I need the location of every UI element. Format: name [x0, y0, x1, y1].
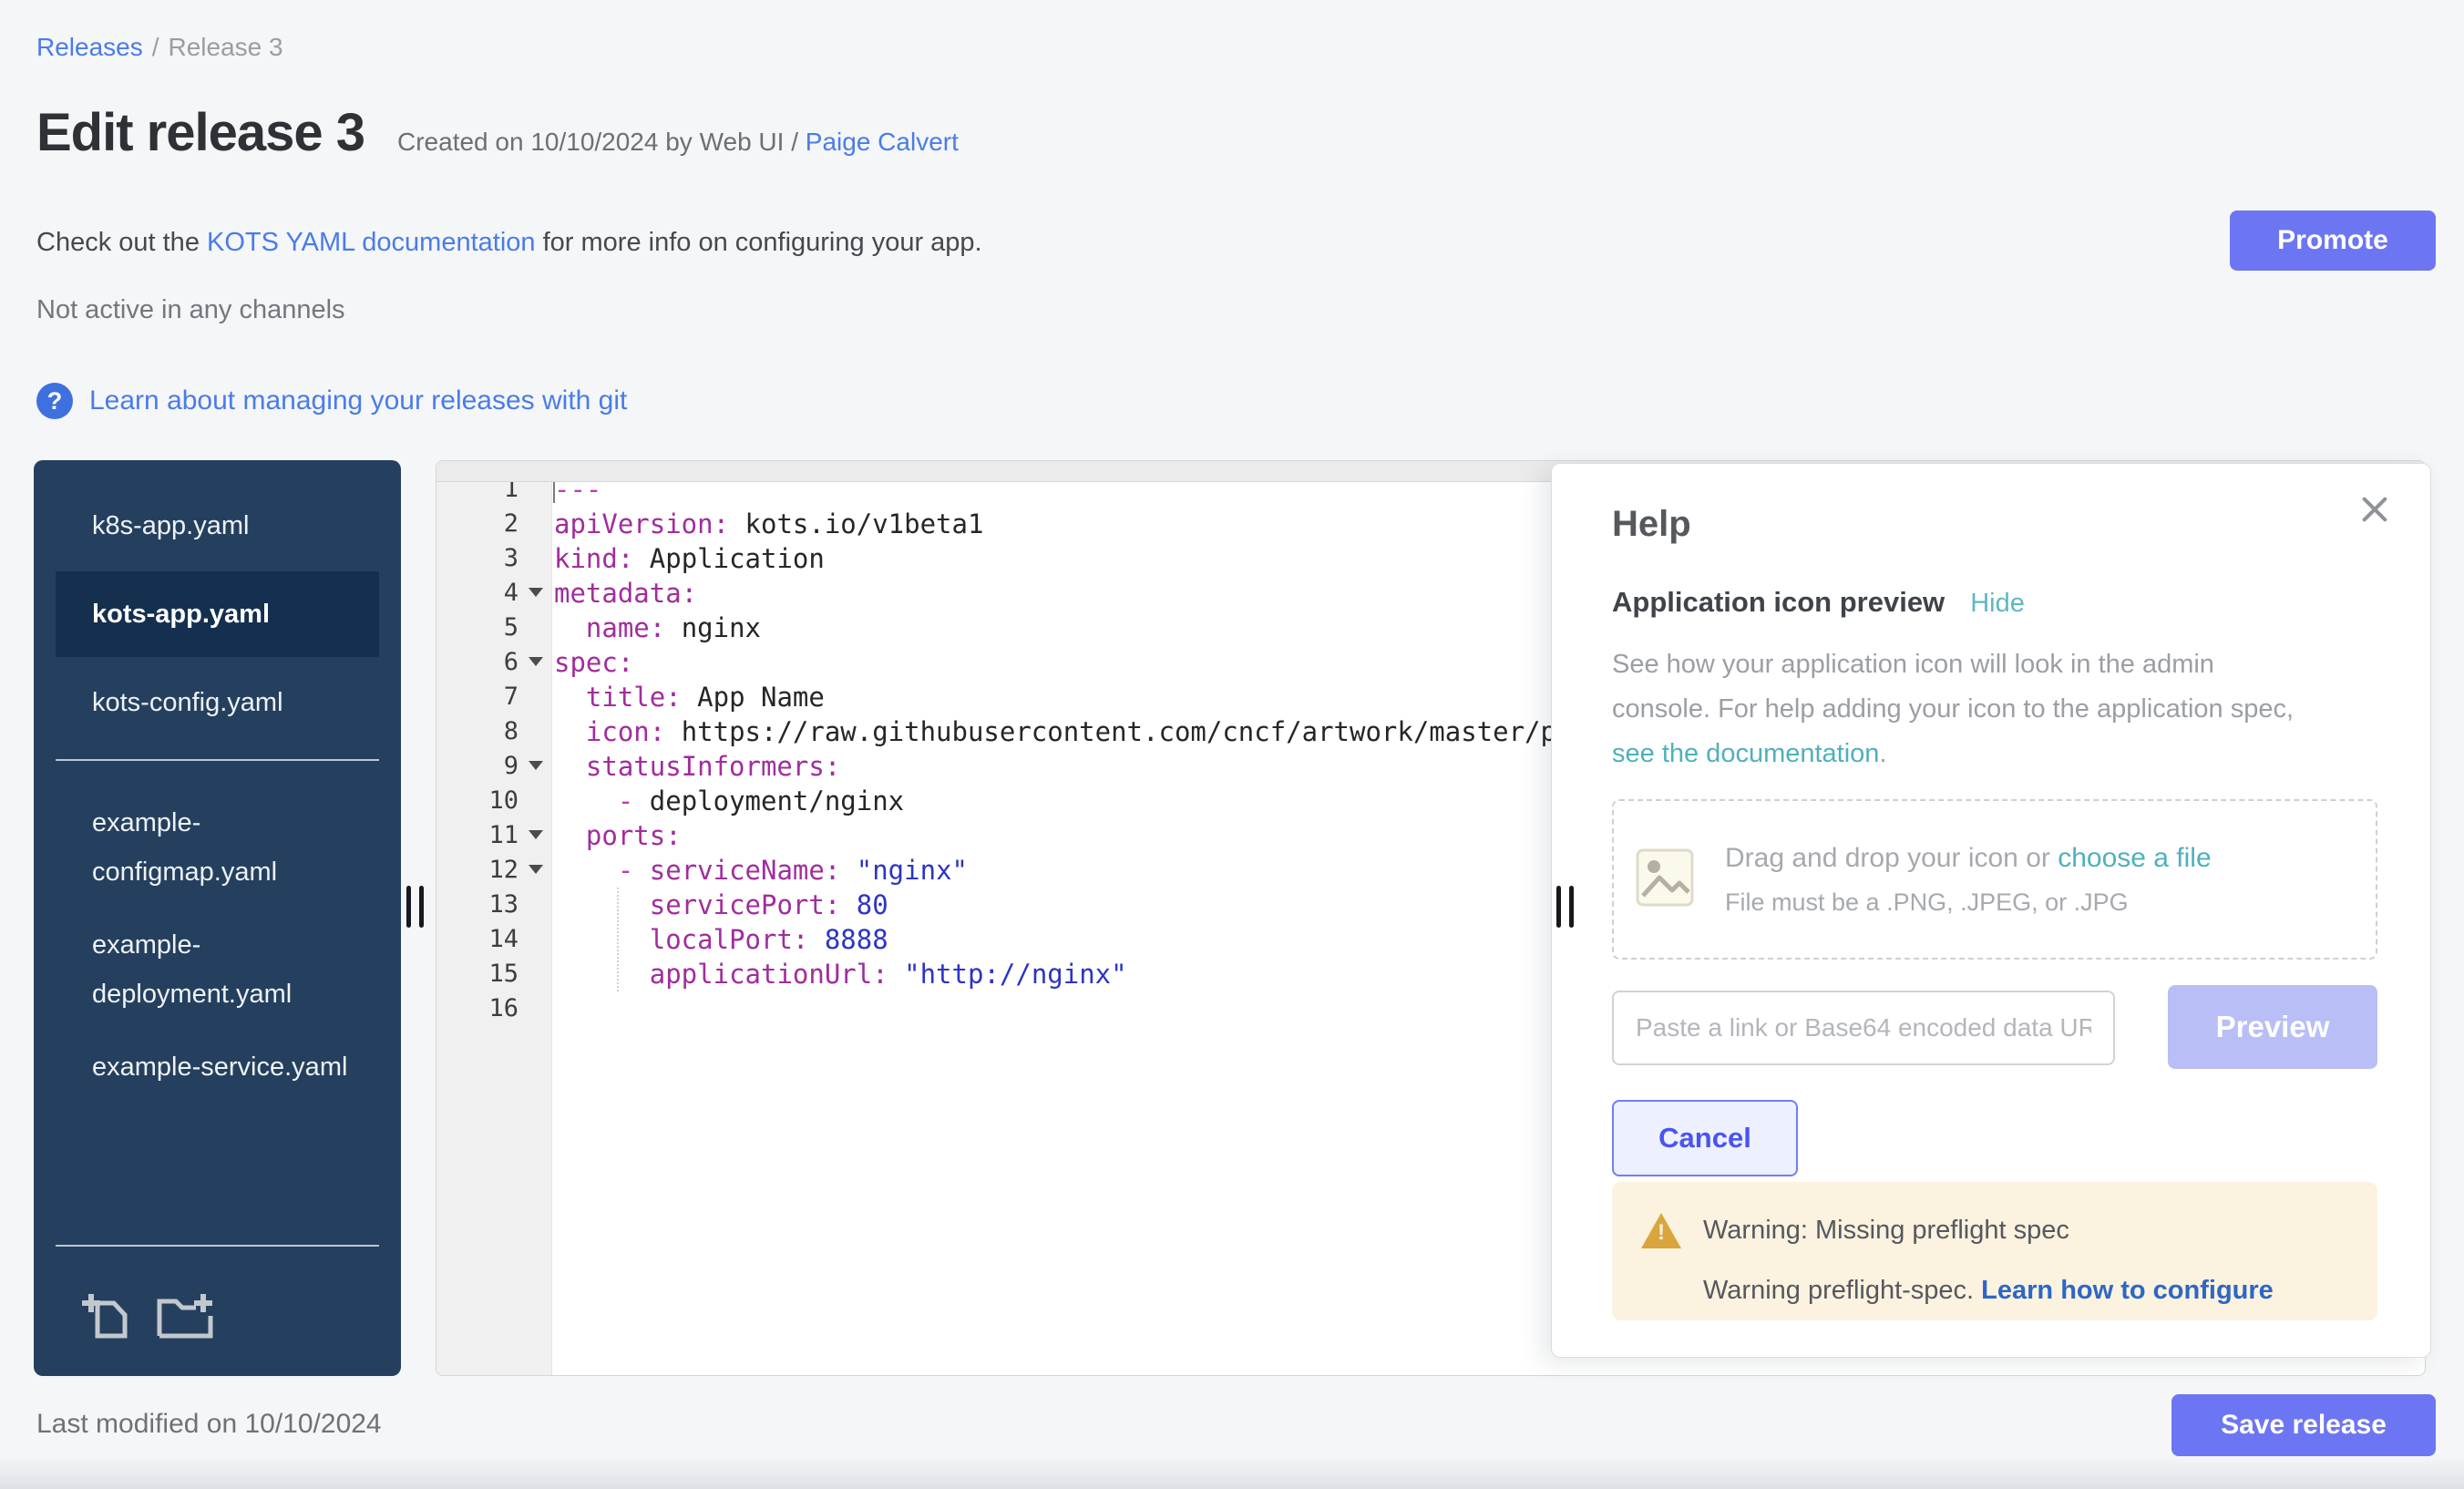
icon-preview-section-title: Application icon preview [1612, 586, 1945, 619]
desc-line-1: See how your application icon will look … [1612, 650, 2214, 679]
warning-banner: ! Warning: Missing preflight spec Warnin… [1612, 1182, 2377, 1320]
kots-docs-link[interactable]: KOTS YAML documentation [207, 228, 536, 257]
help-title: Help [1612, 504, 1691, 545]
resize-handle-right[interactable] [1556, 886, 1574, 928]
close-icon[interactable] [2356, 491, 2392, 528]
gutter-line-number: 16 [436, 991, 551, 1026]
resize-handle-left[interactable] [406, 886, 424, 928]
code-text[interactable]: name: nginx [551, 611, 761, 645]
configure-link[interactable]: Learn how to configure [1981, 1276, 2274, 1305]
desc-line-2: console. For help adding your icon to th… [1612, 694, 2294, 724]
docs-suffix: for more info on configuring your app. [536, 228, 982, 257]
file-tab-kots-config.yaml[interactable]: kots-config.yaml [34, 666, 401, 739]
gutter-line-number: 7 [436, 680, 551, 714]
git-help-link[interactable]: Learn about managing your releases with … [89, 385, 627, 416]
save-release-button[interactable]: Save release [2171, 1394, 2436, 1456]
code-text[interactable]: servicePort: 80 [551, 888, 888, 922]
promote-button[interactable]: Promote [2230, 211, 2436, 271]
code-text[interactable]: spec: [551, 645, 633, 680]
file-tab-example-configmap.yaml[interactable]: example-configmap.yaml [34, 786, 401, 909]
code-text[interactable]: metadata: [551, 576, 697, 611]
code-text[interactable] [551, 991, 554, 1026]
sidebar-divider [56, 759, 379, 761]
gutter-line-number: 14 [436, 922, 551, 957]
bottom-fade [0, 1456, 2464, 1489]
dropzone-subtext: File must be a .PNG, .JPEG, or .JPG [1725, 888, 2212, 917]
gutter-line-number: 8 [436, 714, 551, 749]
page-title: Edit release 3 [36, 102, 364, 163]
code-text[interactable]: - deployment/nginx [551, 784, 904, 818]
code-text[interactable]: applicationUrl: "http://nginx" [551, 957, 1127, 991]
dropzone-text: Drag and drop your icon or [1725, 843, 2058, 873]
code-text[interactable]: - serviceName: "nginx" [551, 853, 968, 888]
code-text[interactable]: statusInformers: [551, 749, 840, 784]
image-placeholder-icon [1636, 848, 1694, 911]
gutter-fold-toggle[interactable]: 4 [436, 576, 551, 611]
file-tab-kots-app.yaml[interactable]: kots-app.yaml [56, 571, 379, 657]
cancel-button[interactable]: Cancel [1612, 1100, 1798, 1176]
gutter-fold-toggle[interactable]: 11 [436, 818, 551, 853]
file-tab-k8s-app.yaml[interactable]: k8s-app.yaml [34, 489, 401, 562]
help-panel: Help Application icon preview Hide See h… [1551, 463, 2431, 1358]
gutter-line-number: 3 [436, 541, 551, 576]
code-text[interactable]: localPort: 8888 [551, 922, 888, 957]
title-row: Edit release 3 Created on 10/10/2024 by … [36, 102, 959, 163]
code-text[interactable]: title: App Name [551, 680, 825, 714]
git-help-row: ? Learn about managing your releases wit… [36, 383, 627, 419]
created-text: Created on 10/10/2024 by Web UI / [397, 128, 798, 156]
code-text[interactable]: ports: [551, 818, 682, 853]
gutter-line-number: 15 [436, 957, 551, 991]
warning-body: Warning preflight-spec. [1703, 1276, 1981, 1305]
file-sidebar: k8s-app.yaml kots-app.yaml kots-config.yam… [34, 460, 401, 1376]
choose-file-link[interactable]: choose a file [2058, 843, 2211, 873]
last-modified: Last modified on 10/10/2024 [36, 1409, 382, 1440]
breadcrumb: Releases / Release 3 [36, 33, 283, 62]
breadcrumb-current: Release 3 [169, 33, 283, 61]
warning-triangle-icon: ! [1641, 1213, 1681, 1248]
sidebar-footer [34, 1225, 401, 1376]
preview-button[interactable]: Preview [2168, 985, 2377, 1069]
icon-url-input[interactable] [1612, 991, 2115, 1065]
new-file-icon[interactable] [79, 1290, 132, 1341]
file-tab-example-deployment.yaml[interactable]: example-deployment.yaml [34, 909, 401, 1031]
code-text[interactable]: apiVersion: kots.io/v1beta1 [551, 507, 983, 541]
file-list-top: k8s-app.yaml kots-app.yaml kots-config.yam… [34, 460, 401, 739]
question-circle-icon: ? [36, 383, 73, 419]
gutter-fold-toggle[interactable]: 6 [436, 645, 551, 680]
desc-period: . [1879, 739, 1886, 768]
see-docs-link[interactable]: see the documentation [1612, 739, 1879, 768]
hide-link[interactable]: Hide [1970, 589, 2025, 619]
breadcrumb-releases-link[interactable]: Releases [36, 33, 143, 61]
channel-status: Not active in any channels [36, 295, 345, 325]
breadcrumb-separator: / [152, 33, 159, 61]
warning-title: Warning: Missing preflight spec [1703, 1216, 2069, 1246]
gutter-line-number: 5 [436, 611, 551, 645]
gutter-fold-toggle[interactable]: 9 [436, 749, 551, 784]
docs-line: Check out the KOTS YAML documentation fo… [36, 228, 982, 258]
created-info: Created on 10/10/2024 by Web UI / Paige … [397, 128, 959, 157]
icon-preview-description: See how your application icon will look … [1612, 642, 2294, 776]
file-list-bottom: example-configmap.yamlexample-deployment… [34, 781, 401, 1104]
code-text[interactable]: kind: Application [551, 541, 825, 576]
gutter-line-number: 2 [436, 507, 551, 541]
gutter-line-number: 10 [436, 784, 551, 818]
gutter-line-number: 13 [436, 888, 551, 922]
icon-dropzone[interactable]: Drag and drop your icon or choose a file… [1612, 799, 2377, 960]
author-link[interactable]: Paige Calvert [806, 128, 959, 156]
docs-prefix: Check out the [36, 228, 207, 257]
new-folder-icon[interactable] [156, 1290, 216, 1341]
file-tab-example-service.yaml[interactable]: example-service.yaml [34, 1031, 401, 1104]
sidebar-footer-divider [56, 1245, 379, 1247]
release-editor-page: Releases / Release 3 Edit release 3 Create… [0, 0, 2464, 1489]
gutter-fold-toggle[interactable]: 12 [436, 853, 551, 888]
